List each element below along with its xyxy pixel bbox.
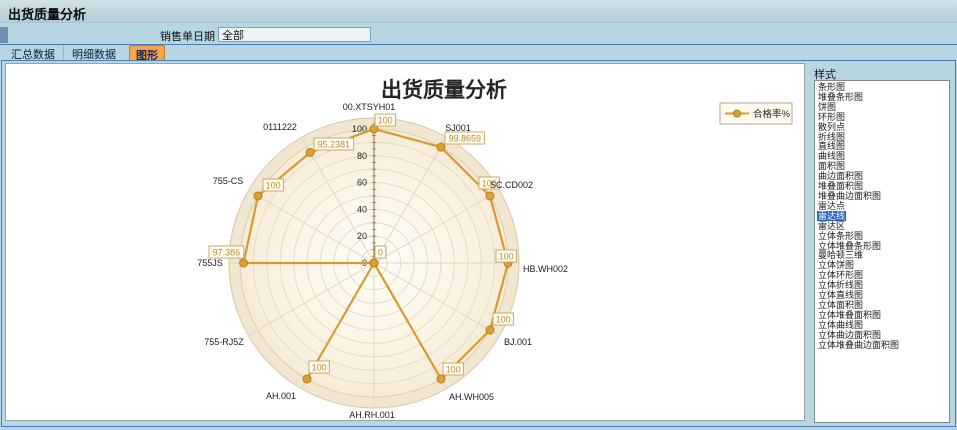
category-label: AH.RH.001 <box>349 410 395 420</box>
axis-tick-label: 20 <box>357 231 367 241</box>
date-filter-input[interactable] <box>218 27 371 42</box>
value-label-text: 100 <box>266 181 281 191</box>
filter-label: 销售单日期 <box>145 28 215 44</box>
legend-marker-dot <box>734 110 741 117</box>
category-label: BJ.001 <box>504 337 532 347</box>
axis-tick-label: 80 <box>357 151 367 161</box>
radar-point-dot <box>370 259 378 267</box>
chart-panel: 02040608010010099.8659100100100100010009… <box>5 63 805 421</box>
legend-label: 合格率% <box>753 108 791 120</box>
category-label: SC.CD002 <box>490 180 533 190</box>
radar-point-dot <box>240 259 248 267</box>
radar-point-dot <box>303 375 311 383</box>
value-label-text: 100 <box>378 116 393 126</box>
window-title-bar: 出货质量分析 <box>0 0 957 23</box>
radar-point-dot <box>437 375 445 383</box>
filter-row: 销售单日期 <box>0 23 957 44</box>
axis-tick-label: 40 <box>357 204 367 214</box>
radar-point-dot <box>437 143 445 151</box>
tab-bar: 汇总数据 明细数据 图形 <box>0 44 957 60</box>
category-label: AH.WH005 <box>449 392 494 402</box>
app-window: 出货质量分析 销售单日期 汇总数据 明细数据 图形 0 20 40 60 80 100 10… <box>0 0 957 430</box>
value-label-text: 100 <box>312 363 327 373</box>
axis-tick-label: 60 <box>357 178 367 188</box>
category-label: 755-RJ5Z <box>204 337 244 347</box>
panel-handle[interactable] <box>0 27 8 43</box>
value-label-text: 95.2381 <box>318 140 351 150</box>
radar-point-dot <box>486 192 494 200</box>
radar-point-dot <box>306 149 314 157</box>
value-label-text: 100 <box>499 252 514 262</box>
quality-radar-chart: 02040608010010099.8659100100100100010009… <box>6 64 804 420</box>
tab-graphics[interactable]: 图形 <box>129 45 165 60</box>
radar-point-dot <box>486 326 494 334</box>
category-label: HB.WH002 <box>523 264 568 274</box>
category-label: AH.001 <box>266 391 296 401</box>
category-label: 755JS <box>197 258 223 268</box>
content-container: 02040608010010099.8659100100100100010009… <box>1 60 956 427</box>
chart-style-listbox[interactable]: 条形图堆叠条形图饼图环形图散列点折线图直线图曲线图面积图曲边面积图堆叠面积图堆叠… <box>814 80 950 423</box>
window-title: 出货质量分析 <box>8 4 86 23</box>
radar-point-dot <box>254 192 262 200</box>
category-label: 0111222 <box>263 122 297 132</box>
value-label-text: 0 <box>378 248 383 258</box>
value-label-text: 100 <box>446 365 461 375</box>
value-label-text: 97.386 <box>213 248 241 258</box>
style-list-item[interactable]: 立体条形图 <box>817 232 949 242</box>
value-label-text: 99.8659 <box>449 134 482 144</box>
category-label: 755-CS <box>213 176 244 186</box>
value-label-text: 100 <box>496 315 511 325</box>
style-list-item[interactable]: 立体堆叠曲边面积图 <box>817 341 949 351</box>
tab-summary-data[interactable]: 汇总数据 <box>3 45 63 60</box>
category-label: 00.XTSYH01 <box>343 102 396 112</box>
tab-detail-data[interactable]: 明细数据 <box>63 45 124 60</box>
chart-title: 出货质量分析 <box>381 78 507 102</box>
category-label: SJ001 <box>445 123 471 133</box>
